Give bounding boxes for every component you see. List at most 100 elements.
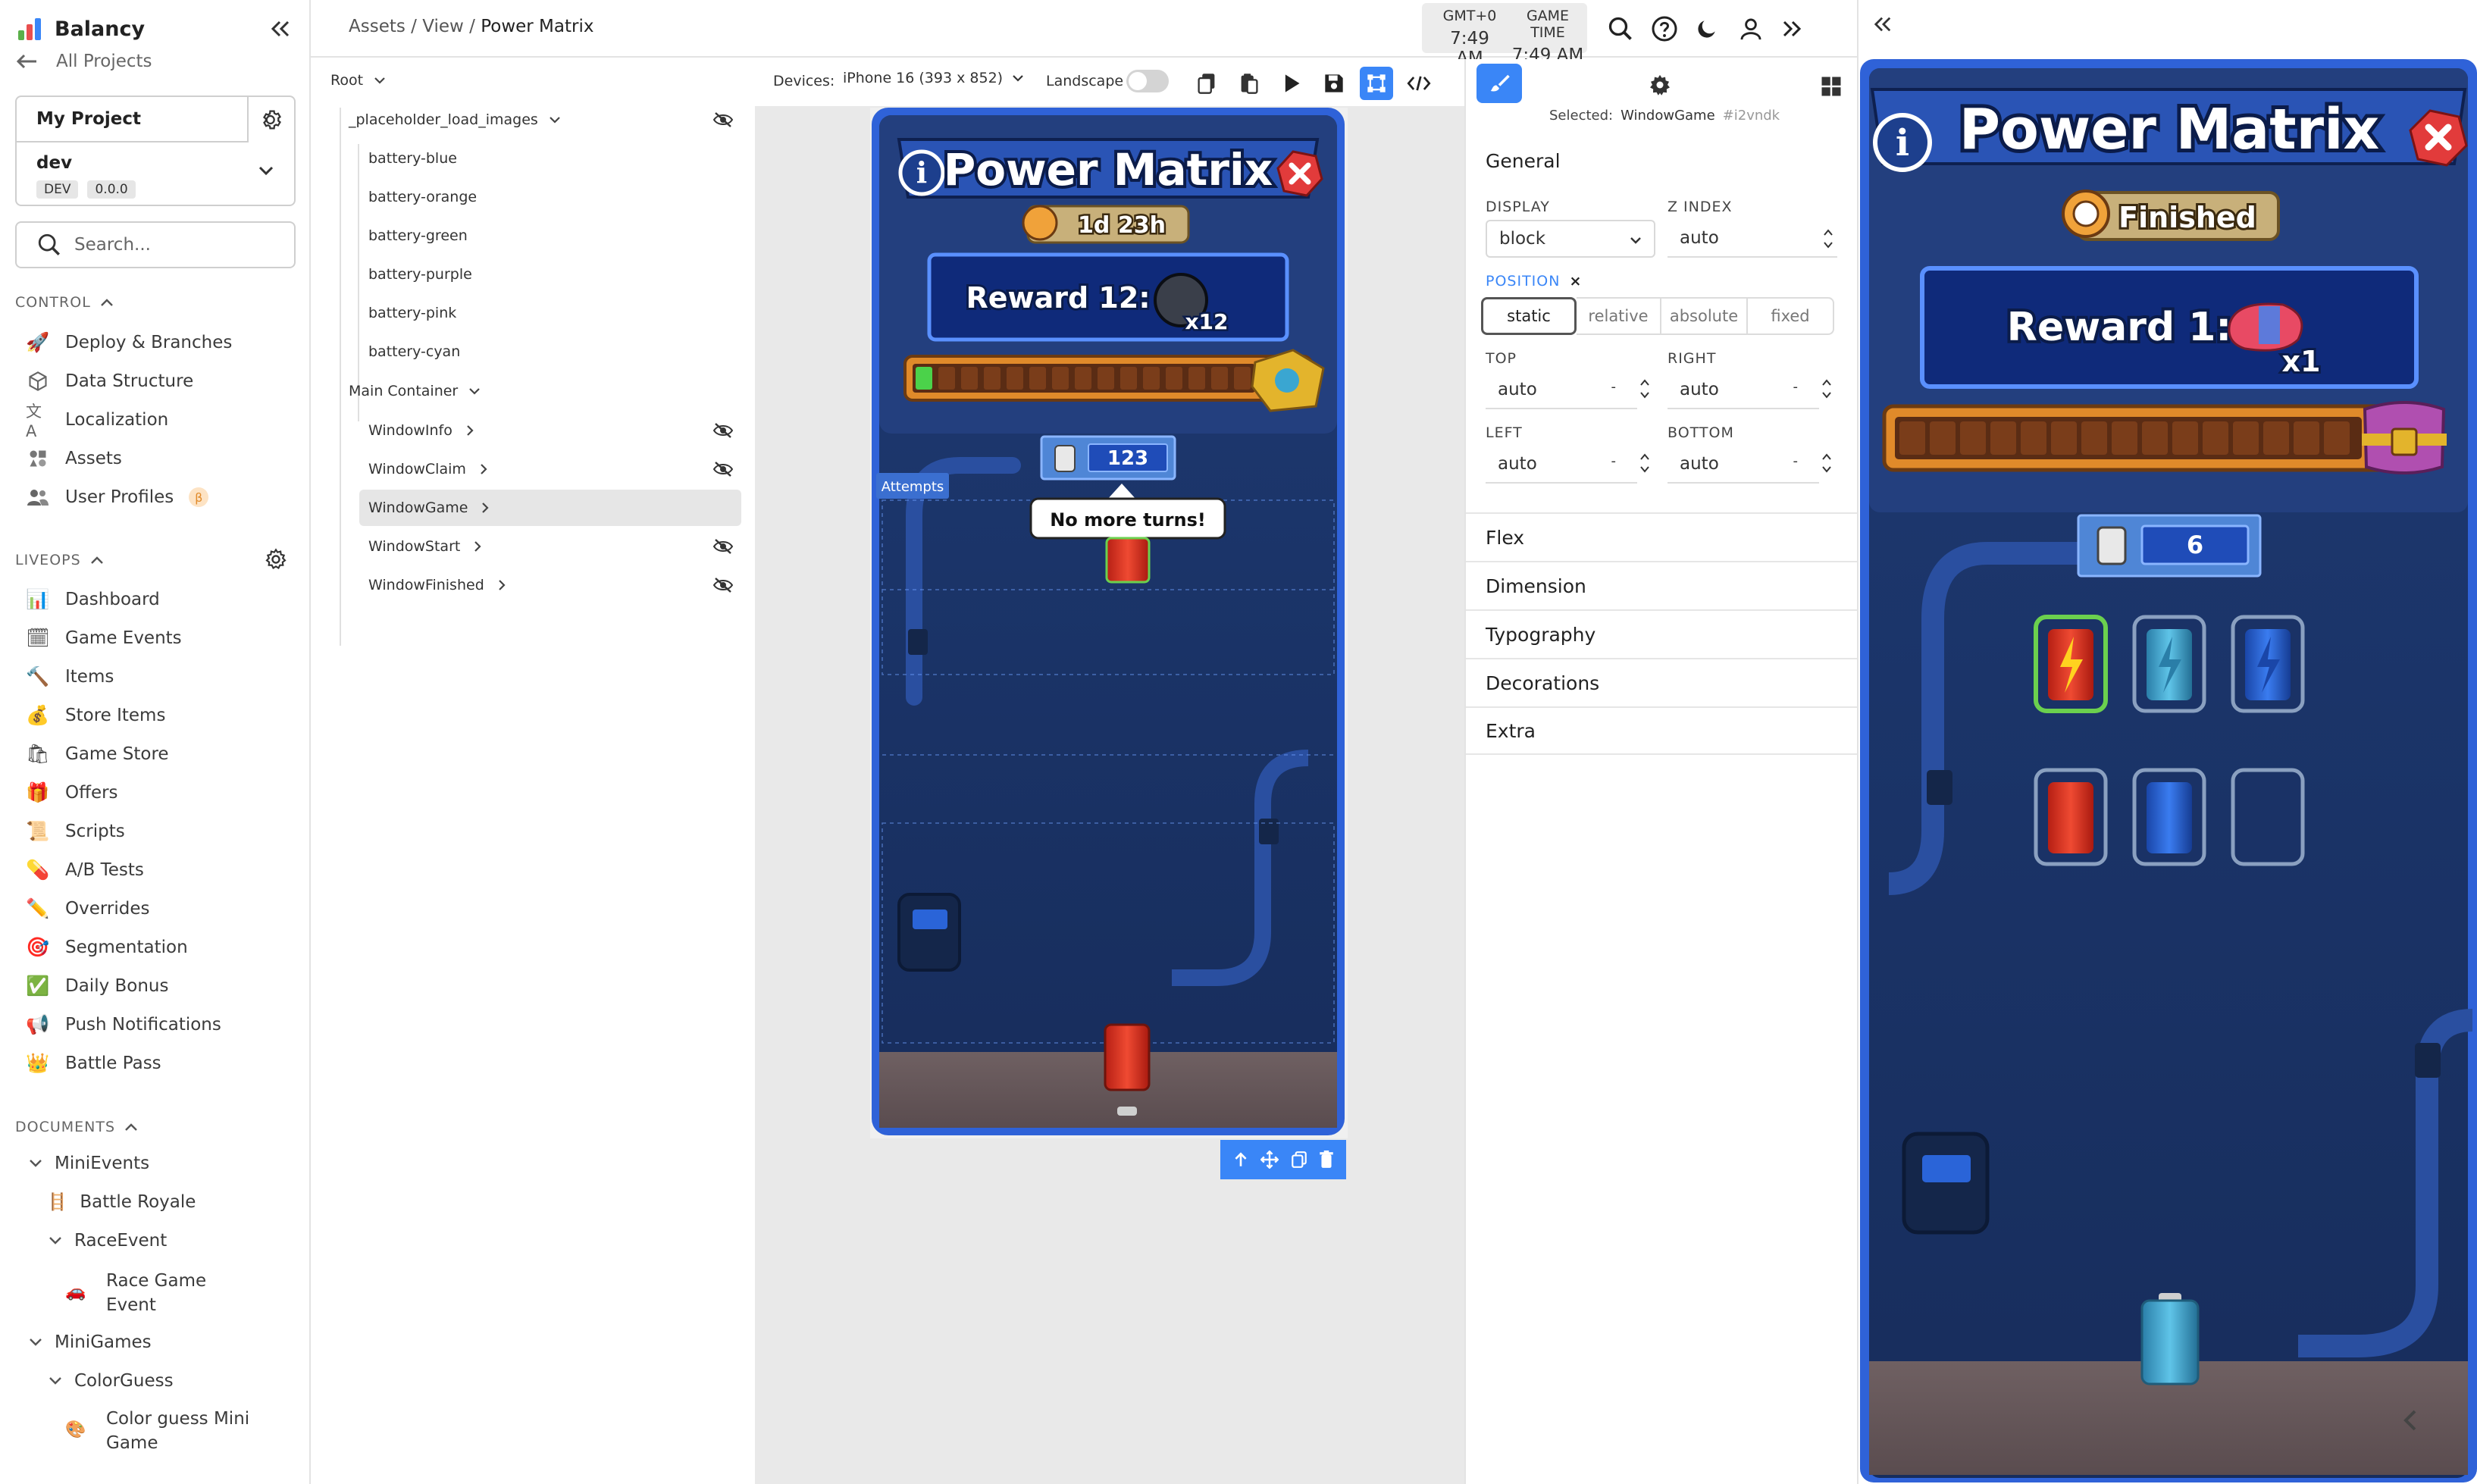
tree-node-main-container[interactable]: Main Container [349,373,481,409]
tree-item-color-guess[interactable]: ColorGuess [49,1371,174,1391]
tree-node-placeholder[interactable]: _placeholder_load_images [349,102,753,138]
sidebar-item-store-items[interactable]: 💰 Store Items [26,697,165,734]
duplicate-icon[interactable] [1291,1151,1307,1169]
device-select[interactable]: iPhone 16 (393 x 852) [843,70,1024,86]
eye-off-icon[interactable] [712,538,734,555]
spinner-arrows-icon[interactable] [1821,450,1833,476]
sidebar-item-push-notifications[interactable]: 📢 Push Notifications [26,1007,221,1043]
section-decorations[interactable]: Decorations [1466,658,1857,706]
play-button[interactable] [1275,67,1308,100]
spinner-arrows-icon[interactable] [1822,226,1834,252]
tree-item-battle-royale[interactable]: 🪜 Battle Royale [47,1192,196,1212]
section-flex[interactable]: Flex [1466,512,1857,561]
sidebar-item-data-structure[interactable]: Data Structure [26,363,193,399]
spinner-arrows-icon[interactable] [1821,376,1833,402]
spinner-arrows-icon[interactable] [1639,376,1651,402]
section-liveops[interactable]: LIVEOPS [15,552,104,568]
tree-item-color-guess-mini-game[interactable]: Color guess Mini Game [106,1407,249,1455]
sidebar-item-ab-tests[interactable]: 💊 A/B Tests [26,852,143,888]
tree-root[interactable]: Root [330,62,386,99]
all-projects-link[interactable]: All Projects [15,52,152,71]
position-option-fixed[interactable]: fixed [1748,297,1834,335]
environment-dropdown[interactable] [258,165,274,176]
dark-mode-toggle[interactable] [1690,12,1724,45]
section-extra[interactable]: Extra [1466,706,1857,755]
tree-node-window-claim[interactable]: WindowClaim [359,451,753,487]
tree-item-minievents[interactable]: MiniEvents [29,1154,149,1173]
eye-off-icon[interactable] [712,422,734,439]
sidebar-item-scripts[interactable]: 📜 Scripts [26,813,124,850]
position-option-static[interactable]: static [1481,297,1577,335]
tree-item-minigames[interactable]: MiniGames [29,1332,152,1352]
expand-panel-button[interactable] [1775,12,1808,45]
collapse-sidebar-button[interactable] [262,12,299,45]
spinner-arrows-icon[interactable] [1639,450,1651,476]
eye-off-icon[interactable] [712,461,734,477]
tree-node-battery-blue[interactable]: battery-blue [368,140,457,177]
top-input[interactable]: auto - [1486,371,1637,409]
trash-icon[interactable] [1319,1151,1334,1169]
move-icon[interactable] [1260,1151,1279,1169]
arrow-up-icon[interactable] [1232,1151,1249,1168]
display-select[interactable]: block [1486,220,1655,258]
tree-node-battery-cyan[interactable]: battery-cyan [368,333,460,370]
tree-node-battery-orange[interactable]: battery-orange [368,179,477,215]
sidebar-item-localization[interactable]: 文A Localization [26,402,168,440]
liveops-settings-button[interactable] [264,547,288,571]
project-name[interactable]: My Project [17,97,249,142]
sidebar-item-battle-pass[interactable]: 👑 Battle Pass [26,1045,161,1082]
sidebar-item-game-events[interactable]: 🗓 Game Events [26,620,182,656]
section-typography[interactable]: Typography [1466,609,1857,658]
sidebar-item-daily-bonus[interactable]: ✅ Daily Bonus [26,968,168,1004]
code-view-button[interactable] [1402,67,1436,100]
section-documents[interactable]: DOCUMENTS [15,1119,138,1135]
position-option-absolute[interactable]: absolute [1661,297,1748,335]
eye-off-icon[interactable] [712,111,734,128]
tree-item-race-event[interactable]: RaceEvent [49,1231,167,1251]
tree-node-window-info[interactable]: WindowInfo [359,412,753,449]
right-input[interactable]: auto - [1668,371,1819,409]
sidebar-item-items[interactable]: 🔨 Items [26,659,114,695]
sidebar-item-game-store[interactable]: 🛍 Game Store [26,736,168,772]
project-settings-button[interactable] [249,97,296,142]
landscape-toggle[interactable] [1126,70,1169,92]
sidebar-item-assets[interactable]: Assets [26,440,122,477]
sidebar-item-segmentation[interactable]: 🎯 Segmentation [26,929,187,966]
tree-node-window-finished[interactable]: WindowFinished [359,567,753,603]
global-search-button[interactable] [1604,12,1637,45]
breadcrumb-view[interactable]: View [422,17,464,36]
select-mode-button[interactable] [1360,67,1393,100]
collapse-preview-button[interactable] [1868,9,1898,39]
section-dimension[interactable]: Dimension [1466,561,1857,609]
sidebar-item-dashboard[interactable]: 📊 Dashboard [26,581,159,618]
user-account-button[interactable] [1734,12,1768,45]
search-input[interactable] [74,235,287,255]
sidebar-item-offers[interactable]: 🎁 Offers [26,775,117,811]
game-preview-phone[interactable]: i Power Matrix 1d 23h Reward 12: x12 Att… [869,106,1348,1144]
brand[interactable]: Balancy [17,11,145,47]
tree-node-window-game[interactable]: WindowGame [359,490,741,526]
position-clear-button[interactable]: × [1569,273,1582,290]
breadcrumb-assets[interactable]: Assets [349,17,406,36]
tree-node-window-start[interactable]: WindowStart [359,528,753,565]
style-tab[interactable] [1476,64,1522,103]
section-control[interactable]: CONTROL [15,294,114,311]
tree-item-race-game-event[interactable]: Race Game Event [106,1269,206,1317]
settings-tab[interactable] [1643,68,1677,102]
layers-tab[interactable] [1815,70,1848,103]
position-option-relative[interactable]: relative [1577,297,1661,335]
sidebar-item-deploy[interactable]: 🚀 Deploy & Branches [26,324,232,361]
tree-node-battery-green[interactable]: battery-green [368,218,468,254]
bottom-input[interactable]: auto - [1668,446,1819,484]
zindex-input[interactable]: auto [1668,220,1837,258]
copy-button[interactable] [1190,67,1223,100]
section-general-title[interactable]: General [1486,150,1561,172]
tree-node-battery-purple[interactable]: battery-purple [368,256,472,293]
game-preview-finished[interactable]: i Power Matrix Finished Reward 1: x1 6 [1859,58,2477,1484]
eye-off-icon[interactable] [712,577,734,593]
save-button[interactable] [1317,67,1351,100]
paste-button[interactable] [1232,67,1266,100]
left-input[interactable]: auto - [1486,446,1637,484]
tree-node-battery-pink[interactable]: battery-pink [368,295,456,331]
help-button[interactable] [1648,12,1681,45]
